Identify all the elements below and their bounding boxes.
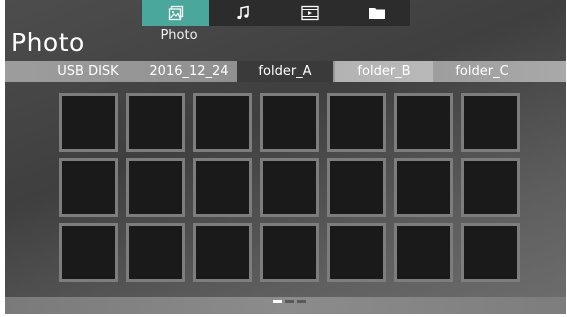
film-icon: [300, 5, 319, 21]
photo-thumbnail[interactable]: [126, 158, 185, 217]
thumbnail-grid: [59, 93, 520, 282]
breadcrumb-folder-b[interactable]: folder_B: [335, 61, 433, 82]
photo-thumbnail[interactable]: [394, 223, 453, 282]
photo-thumbnail[interactable]: [327, 158, 386, 217]
photo-thumbnail[interactable]: [461, 223, 520, 282]
photo-thumbnail[interactable]: [193, 158, 252, 217]
photo-thumbnail[interactable]: [126, 93, 185, 152]
tab-photo[interactable]: [142, 0, 209, 26]
photo-thumbnail[interactable]: [461, 93, 520, 152]
photo-thumbnail[interactable]: [126, 223, 185, 282]
photo-icon: [168, 5, 184, 21]
photo-thumbnail[interactable]: [59, 93, 118, 152]
photo-thumbnail[interactable]: [327, 223, 386, 282]
photo-thumbnail[interactable]: [59, 223, 118, 282]
screen: Photo Photo USB DISK 2016_12_24 folder_A…: [0, 0, 567, 317]
breadcrumb: USB DISK 2016_12_24 folder_A folder_B fo…: [5, 61, 566, 82]
breadcrumb-usb-disk[interactable]: USB DISK: [43, 61, 133, 82]
page-dot: [273, 300, 282, 303]
photo-thumbnail[interactable]: [193, 223, 252, 282]
photo-thumbnail[interactable]: [394, 158, 453, 217]
tab-video[interactable]: [276, 0, 343, 26]
photo-thumbnail[interactable]: [327, 93, 386, 152]
music-note-icon: [235, 5, 251, 21]
page-dot: [285, 300, 294, 303]
media-browser: Photo Photo USB DISK 2016_12_24 folder_A…: [5, 0, 566, 314]
photo-thumbnail[interactable]: [260, 223, 319, 282]
photo-thumbnail[interactable]: [461, 158, 520, 217]
media-type-tabs: [142, 0, 410, 26]
photo-thumbnail[interactable]: [394, 93, 453, 152]
photo-thumbnail[interactable]: [260, 93, 319, 152]
photo-thumbnail[interactable]: [59, 158, 118, 217]
breadcrumb-folder-c[interactable]: folder_C: [433, 61, 531, 82]
page-indicator: [273, 300, 306, 303]
tab-folder[interactable]: [343, 0, 410, 26]
breadcrumb-2016-12-24[interactable]: 2016_12_24: [141, 61, 237, 82]
page-dot: [297, 300, 306, 303]
photo-thumbnail[interactable]: [193, 93, 252, 152]
photo-thumbnail[interactable]: [260, 158, 319, 217]
active-tab-caption: Photo: [160, 28, 198, 43]
folder-icon: [368, 6, 386, 20]
breadcrumb-folder-a[interactable]: folder_A: [237, 61, 333, 82]
page-title: Photo: [11, 28, 85, 57]
tab-music[interactable]: [209, 0, 276, 26]
